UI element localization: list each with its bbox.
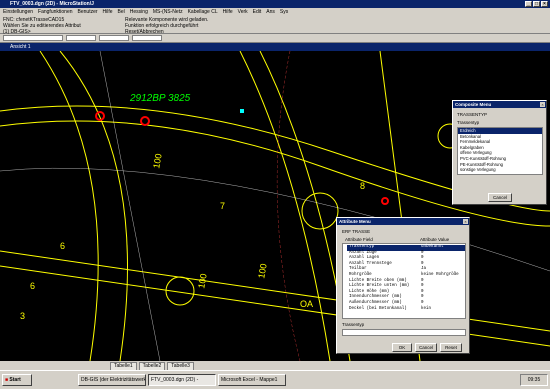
level-field[interactable] bbox=[3, 35, 63, 41]
map-label: 6 bbox=[30, 281, 36, 291]
taskbar-item-excel[interactable]: Microsoft Excel - Mappe1 bbox=[218, 374, 286, 386]
menu-item-sys[interactable]: Sys bbox=[280, 8, 288, 16]
menu-item-einstellungen[interactable]: Einstellungen bbox=[3, 8, 33, 16]
window-title: FTV_0003.dgn (2D) - MicroStation/J bbox=[10, 1, 94, 7]
column-header-field: Attribute Field bbox=[345, 237, 373, 242]
attribute-value-input[interactable] bbox=[342, 329, 466, 336]
sheet-tabs: Tabelle1 Tabelle2 Tabelle3 bbox=[0, 361, 550, 371]
reset-button[interactable]: Reset bbox=[440, 343, 462, 352]
map-label: 7 bbox=[220, 201, 226, 211]
status-panel: FNC: cfenetKTrasseCAD15 Wählen Sie zu ed… bbox=[0, 16, 550, 35]
minimize-button[interactable]: _ bbox=[525, 1, 532, 7]
list-item[interactable]: sonstige Verlegung bbox=[458, 167, 542, 173]
taskbar-item-microstation[interactable]: FTV_0003.dgn (2D) - bbox=[148, 374, 216, 386]
color-field[interactable] bbox=[66, 35, 96, 41]
dialog1-heading: TRASSENTYP bbox=[457, 112, 488, 117]
view-window-titlebar: Ansicht 1 bbox=[0, 43, 550, 51]
dialog2-heading: ERF TRASSE bbox=[342, 229, 371, 234]
view-title: Ansicht 1 bbox=[10, 44, 31, 50]
map-label: OA bbox=[300, 299, 314, 309]
composite-menu-dialog: Composite Menu × TRASSENTYP Trassentyp E… bbox=[452, 100, 547, 205]
cancel-button[interactable]: Cancel bbox=[488, 193, 512, 202]
field-label: Trassentyp bbox=[342, 322, 365, 327]
maximize-button[interactable]: □ bbox=[533, 1, 540, 7]
attribute-table[interactable]: Trassentyp unbekannt Anzahl Züge 0 Anzahl … bbox=[342, 243, 466, 319]
table-row[interactable]: Deckel (bei Betonkanal) kein bbox=[347, 307, 465, 313]
close-button[interactable]: × bbox=[541, 1, 548, 7]
ok-button[interactable]: OK bbox=[392, 343, 412, 352]
menu-item-hilfe[interactable]: Hilfe bbox=[103, 8, 113, 16]
menu-item-kabellage[interactable]: Kabellage CL bbox=[188, 8, 218, 16]
menu-item-ms-netz[interactable]: MS-(NS-Netz bbox=[153, 8, 183, 16]
attribute-toolbar bbox=[0, 34, 550, 43]
taskbar: ■ Start DB-GIS (der Elektrizitätswerk FT… bbox=[0, 370, 550, 389]
menu-item-hessing[interactable]: Hessing bbox=[130, 8, 148, 16]
close-icon[interactable]: × bbox=[540, 102, 545, 107]
system-clock: 09:35 bbox=[520, 374, 548, 386]
menu-bar: Einstellungen Fangfunktionen Benutzer Hi… bbox=[0, 8, 550, 16]
attribute-menu-title: Attribute Menu bbox=[337, 218, 469, 225]
composite-menu-title: Composite Menu bbox=[453, 101, 546, 108]
attribute-menu-dialog: Attribute Menu × ERF TRASSE Attribute Fi… bbox=[336, 217, 470, 354]
dialog1-subheading: Trassentyp bbox=[457, 120, 480, 125]
menu-item-verk[interactable]: Verk bbox=[238, 8, 248, 16]
menu-item-ans[interactable]: Ans bbox=[266, 8, 275, 16]
menu-item-fangfunktionen[interactable]: Fangfunktionen bbox=[38, 8, 72, 16]
weight-field[interactable] bbox=[132, 35, 162, 41]
menu-item-edit[interactable]: Edit bbox=[253, 8, 262, 16]
menu-item-bel[interactable]: Bel bbox=[118, 8, 125, 16]
map-label: 3 bbox=[20, 311, 26, 321]
column-header-value: Attribute Value bbox=[420, 237, 450, 242]
parcel-label: 2912BP 3825 bbox=[130, 93, 191, 104]
menu-item-benutzer[interactable]: Benutzer bbox=[78, 8, 98, 16]
taskbar-item-dbgis[interactable]: DB-GIS (der Elektrizitätswerk bbox=[78, 374, 146, 386]
trassentyp-listbox[interactable]: Erdreich Betonkanal Fernmeldekanal Kabel… bbox=[457, 127, 543, 175]
close-icon[interactable]: × bbox=[463, 219, 468, 224]
map-label: 8 bbox=[360, 181, 366, 191]
window-titlebar: FTV_0003.dgn (2D) - MicroStation/J _ □ × bbox=[0, 0, 550, 8]
style-field[interactable] bbox=[99, 35, 129, 41]
cancel-button[interactable]: Cancel bbox=[415, 343, 437, 352]
menu-item-hilfe2[interactable]: Hilfe bbox=[223, 8, 233, 16]
map-label: 6 bbox=[60, 241, 66, 251]
windows-logo-icon: ■ bbox=[5, 377, 9, 383]
start-button[interactable]: ■ Start bbox=[2, 374, 32, 386]
